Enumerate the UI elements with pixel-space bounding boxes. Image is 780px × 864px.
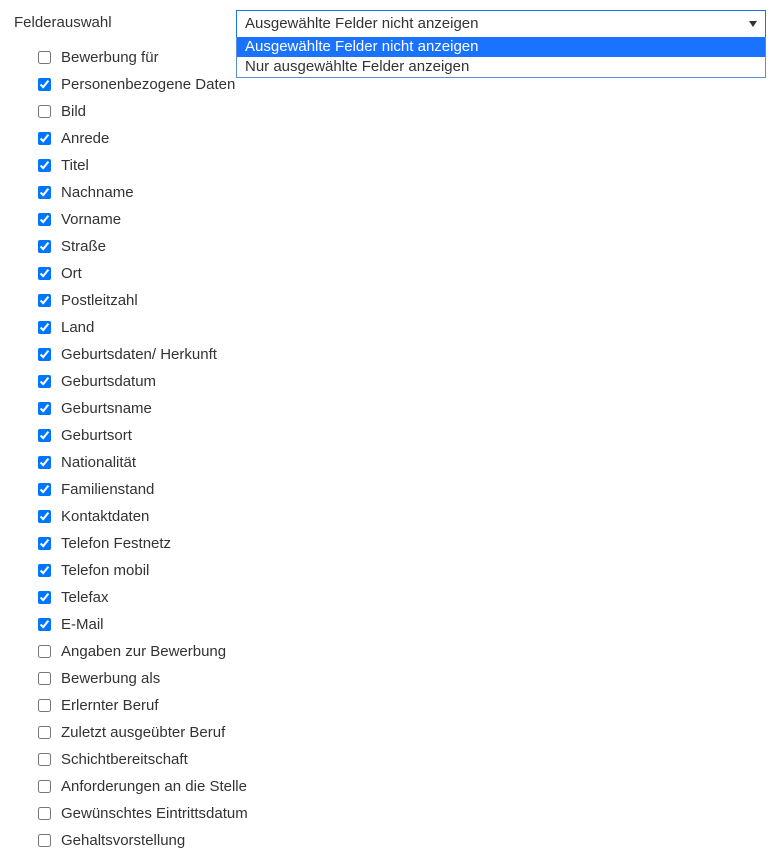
- field-label: Vorname: [61, 211, 121, 228]
- field-item: Zuletzt ausgeübter Beruf: [38, 719, 766, 746]
- field-item: Anforderungen an die Stelle: [38, 773, 766, 800]
- field-checkbox[interactable]: [38, 591, 51, 604]
- field-label: Telefax: [61, 589, 109, 606]
- select-current-value: Ausgewählte Felder nicht anzeigen: [245, 15, 478, 32]
- field-checkbox[interactable]: [38, 807, 51, 820]
- field-item: Kontaktdaten: [38, 503, 766, 530]
- section-label: Felderauswahl: [14, 10, 236, 31]
- field-item: Gewünschtes Eintrittsdatum: [38, 800, 766, 827]
- field-label: Geburtsdatum: [61, 373, 156, 390]
- field-checkbox[interactable]: [38, 186, 51, 199]
- field-checkbox[interactable]: [38, 753, 51, 766]
- field-label: Erlernter Beruf: [61, 697, 159, 714]
- field-checkbox[interactable]: [38, 321, 51, 334]
- field-item: Geburtsdatum: [38, 368, 766, 395]
- field-item: Titel: [38, 152, 766, 179]
- field-label: Ort: [61, 265, 82, 282]
- field-item: Geburtsdaten/ Herkunft: [38, 341, 766, 368]
- field-checkbox[interactable]: [38, 510, 51, 523]
- field-checkbox[interactable]: [38, 105, 51, 118]
- field-label: Bild: [61, 103, 86, 120]
- field-checkbox[interactable]: [38, 240, 51, 253]
- field-checkbox[interactable]: [38, 645, 51, 658]
- field-item: Nationalität: [38, 449, 766, 476]
- field-checkbox[interactable]: [38, 618, 51, 631]
- field-checkbox[interactable]: [38, 375, 51, 388]
- field-item: Familienstand: [38, 476, 766, 503]
- field-checkbox[interactable]: [38, 402, 51, 415]
- field-visibility-select[interactable]: Ausgewählte Felder nicht anzeigen: [236, 10, 766, 38]
- field-checkbox[interactable]: [38, 78, 51, 91]
- field-item: Straße: [38, 233, 766, 260]
- field-item: Schichtbereitschaft: [38, 746, 766, 773]
- field-label: E-Mail: [61, 616, 104, 633]
- field-checkbox[interactable]: [38, 834, 51, 847]
- field-item: Ort: [38, 260, 766, 287]
- field-checkbox[interactable]: [38, 159, 51, 172]
- field-label: Anforderungen an die Stelle: [61, 778, 247, 795]
- field-checkbox[interactable]: [38, 456, 51, 469]
- field-label: Zuletzt ausgeübter Beruf: [61, 724, 225, 741]
- field-item: Bewerbung als: [38, 665, 766, 692]
- field-checkbox[interactable]: [38, 267, 51, 280]
- dropdown-option[interactable]: Ausgewählte Felder nicht anzeigen: [237, 37, 765, 57]
- field-item: Nachname: [38, 179, 766, 206]
- field-item: Telefax: [38, 584, 766, 611]
- field-item: Postleitzahl: [38, 287, 766, 314]
- field-checkbox[interactable]: [38, 699, 51, 712]
- field-item: Erlernter Beruf: [38, 692, 766, 719]
- field-label: Telefon mobil: [61, 562, 149, 579]
- field-label: Straße: [61, 238, 106, 255]
- dropdown-option[interactable]: Nur ausgewählte Felder anzeigen: [237, 57, 765, 77]
- field-checkbox[interactable]: [38, 672, 51, 685]
- field-item: Telefon Festnetz: [38, 530, 766, 557]
- field-checkbox[interactable]: [38, 348, 51, 361]
- field-label: Geburtsdaten/ Herkunft: [61, 346, 217, 363]
- field-label: Gehaltsvorstellung: [61, 832, 185, 849]
- field-label: Telefon Festnetz: [61, 535, 171, 552]
- field-item: Land: [38, 314, 766, 341]
- field-visibility-dropdown: Ausgewählte Felder nicht anzeigenNur aus…: [236, 37, 766, 78]
- field-item: Gehaltsvorstellung: [38, 827, 766, 854]
- field-label: Schichtbereitschaft: [61, 751, 188, 768]
- field-item: Telefon mobil: [38, 557, 766, 584]
- field-list: Bewerbung für Personenbezogene Daten Bild A…: [38, 44, 766, 854]
- field-checkbox[interactable]: [38, 537, 51, 550]
- field-label: Bewerbung als: [61, 670, 160, 687]
- field-checkbox[interactable]: [38, 132, 51, 145]
- field-item: Angaben zur Bewerbung: [38, 638, 766, 665]
- field-item: Geburtsname: [38, 395, 766, 422]
- field-label: Nachname: [61, 184, 134, 201]
- field-label: Land: [61, 319, 94, 336]
- field-label: Angaben zur Bewerbung: [61, 643, 226, 660]
- field-label: Bewerbung für: [61, 49, 159, 66]
- field-item: Vorname: [38, 206, 766, 233]
- field-checkbox[interactable]: [38, 483, 51, 496]
- field-label: Titel: [61, 157, 89, 174]
- chevron-down-icon: [749, 21, 757, 27]
- field-label: Nationalität: [61, 454, 136, 471]
- field-checkbox[interactable]: [38, 294, 51, 307]
- field-label: Geburtsort: [61, 427, 132, 444]
- field-checkbox[interactable]: [38, 429, 51, 442]
- field-label: Personenbezogene Daten: [61, 76, 235, 93]
- field-checkbox[interactable]: [38, 51, 51, 64]
- field-label: Kontaktdaten: [61, 508, 149, 525]
- field-item: Anrede: [38, 125, 766, 152]
- field-label: Geburtsname: [61, 400, 152, 417]
- field-item: E-Mail: [38, 611, 766, 638]
- field-item: Geburtsort: [38, 422, 766, 449]
- field-label: Familienstand: [61, 481, 154, 498]
- field-label: Anrede: [61, 130, 109, 147]
- field-item: Bild: [38, 98, 766, 125]
- field-checkbox[interactable]: [38, 726, 51, 739]
- field-checkbox[interactable]: [38, 780, 51, 793]
- field-checkbox[interactable]: [38, 564, 51, 577]
- field-checkbox[interactable]: [38, 213, 51, 226]
- field-label: Gewünschtes Eintrittsdatum: [61, 805, 248, 822]
- field-label: Postleitzahl: [61, 292, 138, 309]
